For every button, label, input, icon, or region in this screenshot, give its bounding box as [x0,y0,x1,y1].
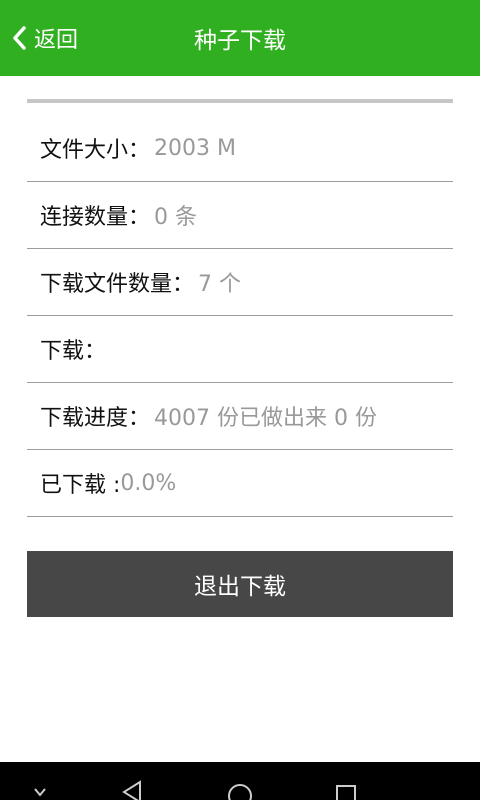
back-button[interactable]: 返回 [10,0,78,76]
home-circle-icon[interactable] [224,780,256,800]
file-count-value: 7 个 [198,272,242,297]
file-size-value: 2003 M [154,135,236,161]
page-title: 种子下载 [194,28,286,54]
progress-value: 4007 份已做出来 0 份 [154,406,377,431]
downloaded-label: 已下载 : [40,473,121,498]
system-navbar [0,762,480,800]
file-size-label: 文件大小： [40,138,151,163]
back-label: 返回 [34,28,79,53]
back-triangle-icon[interactable] [118,780,148,800]
file-count-row: 下载文件数量： 7 个 [27,249,453,316]
progress-label: 下载进度： [40,406,151,431]
download-label: 下载： [40,339,107,364]
connection-count-value: 0 条 [154,205,198,230]
downloaded-row: 已下载 : 0.0% [27,450,453,517]
download-info-list: 文件大小： 2003 M 连接数量： 0 条 下载文件数量： 7 个 下载： 下… [27,115,453,517]
top-divider [27,99,453,103]
app-header: 返回 种子下载 [0,0,480,76]
chevron-left-icon [13,26,26,50]
chevron-down-icon[interactable] [30,786,50,800]
connection-count-row: 连接数量： 0 条 [27,182,453,249]
download-row: 下载： [27,316,453,383]
exit-download-button[interactable]: 退出下载 [27,551,453,617]
progress-row: 下载进度： 4007 份已做出来 0 份 [27,383,453,450]
connection-count-label: 连接数量： [40,205,151,230]
recents-square-icon[interactable] [332,782,360,800]
file-size-row: 文件大小： 2003 M [27,115,453,182]
downloaded-value: 0.0% [120,470,177,496]
file-count-label: 下载文件数量： [40,272,195,297]
